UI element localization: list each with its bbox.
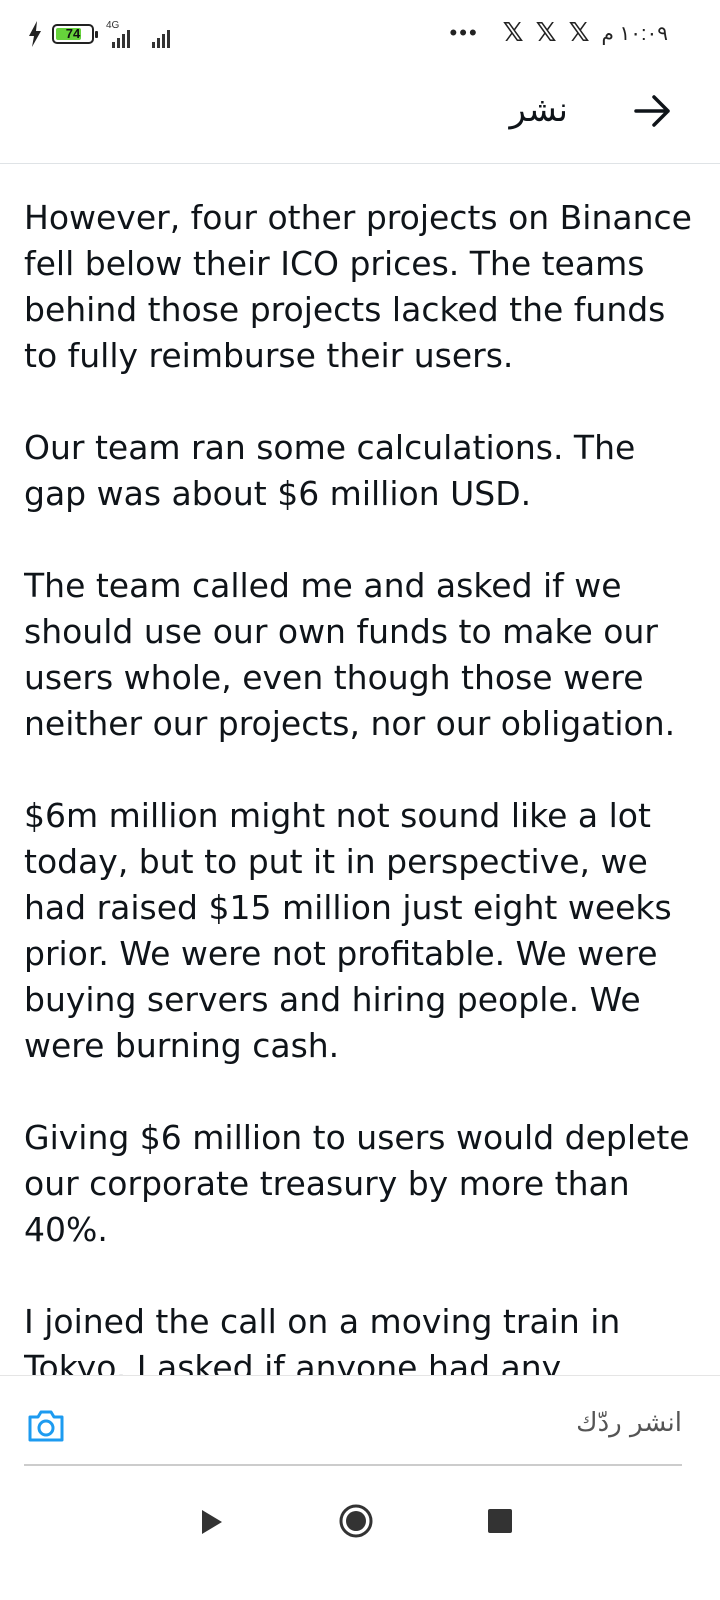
paragraph: Our team ran some calculations. The gap …: [24, 428, 636, 513]
system-nav-bar: [0, 1475, 720, 1600]
signal-4g-icon: 4G: [104, 20, 142, 48]
camera-icon[interactable]: [26, 1408, 66, 1444]
arrow-right-icon[interactable]: [630, 88, 676, 134]
status-bar: 74 4G ••• 𝕏 𝕏 𝕏 ١٠:٠٩ م: [0, 0, 720, 68]
header: نشر: [0, 68, 720, 164]
reply-bar: انشر ردّك: [0, 1375, 720, 1476]
page-title: نشر: [509, 90, 568, 130]
reply-input-underline: [24, 1464, 682, 1466]
status-left: 74 4G: [28, 20, 182, 48]
paragraph: The team called me and asked if we shoul…: [24, 566, 676, 743]
status-right: ••• 𝕏 𝕏 𝕏 ١٠:٠٩ م: [450, 18, 668, 48]
clock: ١٠:٠٩ م: [601, 22, 668, 45]
paragraph: $6m million might not sound like a lot t…: [24, 796, 672, 1065]
post-content: However, four other projects on Binance …: [24, 195, 696, 1375]
x-logo-icon: 𝕏: [502, 18, 524, 48]
more-notifications-icon: •••: [449, 20, 479, 45]
paragraph: However, four other projects on Binance …: [24, 198, 692, 375]
charging-icon: [29, 21, 41, 47]
home-circle-icon[interactable]: [338, 1503, 374, 1539]
back-triangle-icon[interactable]: [200, 1509, 224, 1535]
signal-icon: [152, 20, 182, 48]
x-logo-icon: 𝕏: [535, 18, 557, 48]
recents-square-icon[interactable]: [488, 1509, 512, 1533]
x-logo-icon: 𝕏: [568, 18, 590, 48]
paragraph: Giving $6 million to users would deplete…: [24, 1118, 690, 1249]
paragraph: I joined the call on a moving train in T…: [24, 1302, 621, 1375]
battery-level: 74: [65, 26, 81, 41]
reply-input[interactable]: انشر ردّك: [576, 1408, 682, 1438]
battery-icon: 74: [52, 24, 98, 44]
